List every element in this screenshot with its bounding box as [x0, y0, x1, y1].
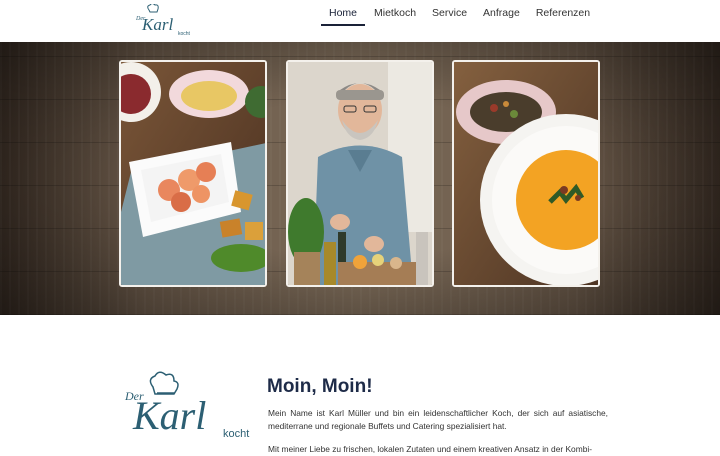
nav-anfrage[interactable]: Anfrage — [475, 0, 528, 26]
intro-paragraph-2: Mit meiner Liebe zu frischen, lokalen Zu… — [268, 444, 592, 454]
logo-karl: Karl — [141, 15, 173, 34]
nav-home[interactable]: Home — [321, 0, 366, 26]
pumpkin-soup-photo — [452, 60, 600, 287]
intro-heading: Moin, Moin! — [267, 376, 373, 397]
brand-logo-large: Der Karl kocht — [123, 367, 263, 447]
nav-service[interactable]: Service — [424, 0, 475, 26]
site-logo[interactable]: Der Karl kocht — [133, 3, 197, 38]
hero-banner — [0, 42, 720, 315]
logo-kocht: kocht — [178, 31, 191, 37]
site-header: Der Karl kocht Home Mietkoch Service Anf… — [0, 0, 720, 42]
logo-large-kocht: kocht — [223, 428, 249, 440]
intro-paragraph-1: Mein Name ist Karl Müller und bin ein le… — [268, 408, 608, 431]
nav-referenzen[interactable]: Referenzen — [528, 0, 598, 26]
logo-large-karl: Karl — [132, 393, 206, 438]
nav-mietkoch[interactable]: Mietkoch — [366, 0, 424, 26]
shrimp-and-dips-photo — [119, 60, 267, 287]
main-nav: Home Mietkoch Service Anfrage Referenzen — [320, 0, 598, 42]
intro-section: Der Karl kocht Moin, Moin! Mein Name ist… — [0, 315, 720, 454]
chef-portrait-photo — [286, 60, 434, 287]
